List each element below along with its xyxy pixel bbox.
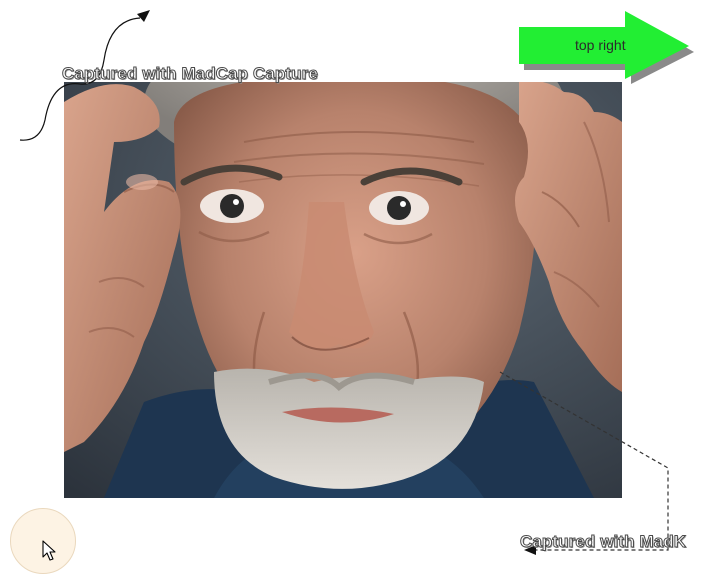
capture-canvas: top right Captured with MadCap Capture C…	[0, 0, 703, 587]
mouse-pointer-icon	[42, 540, 56, 561]
capture-caption-top: Captured with MadCap Capture	[62, 64, 319, 84]
block-arrow-label: top right	[575, 37, 626, 53]
curved-arrow-head-icon	[137, 10, 150, 22]
portrait-image	[64, 82, 622, 498]
capture-caption-bottom: Captured with MadK	[519, 532, 687, 552]
portrait-photo	[64, 82, 622, 498]
